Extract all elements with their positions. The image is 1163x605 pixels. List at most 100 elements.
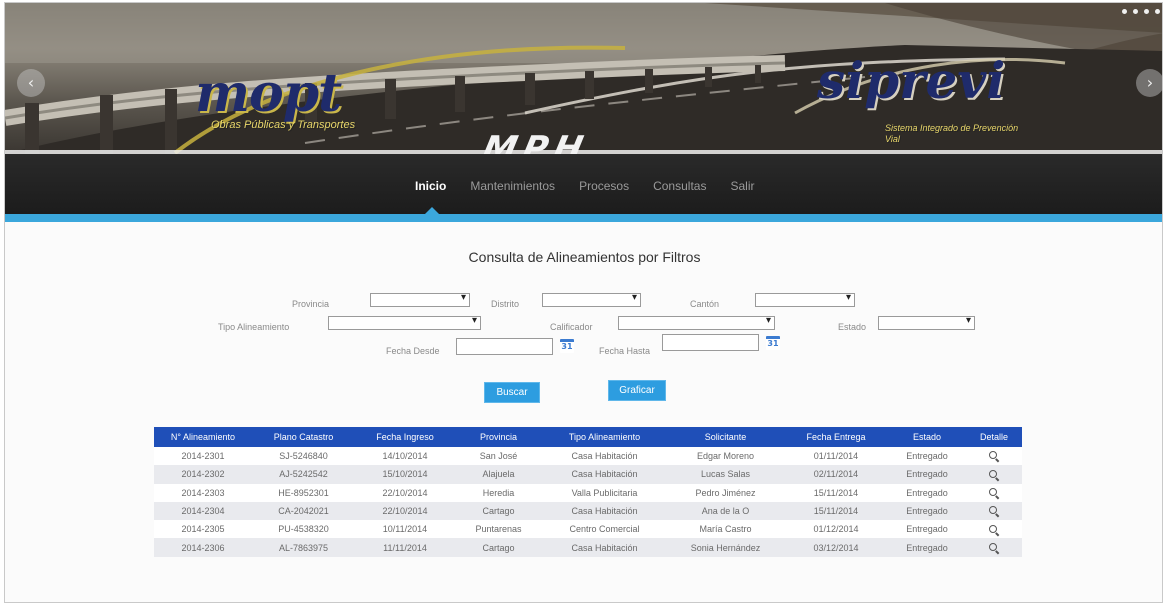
- detail-cell: [966, 538, 1022, 557]
- col-header: Solicitante: [667, 427, 784, 447]
- table-cell: Pedro Jiménez: [667, 483, 784, 502]
- table-cell: 2014-2301: [154, 447, 252, 466]
- table-cell: Casa Habitación: [542, 465, 667, 484]
- provincia-select[interactable]: [370, 292, 470, 307]
- canton-label: Cantón: [690, 299, 720, 309]
- tipo-alineamiento-label: Tipo Alineamiento: [218, 322, 290, 332]
- table-row: 2014-2305 PU-4538320 10/11/2014 Puntaren…: [154, 520, 1022, 539]
- col-header: Detalle: [966, 427, 1022, 447]
- carousel-next-icon[interactable]: ›: [1136, 69, 1162, 97]
- nav-item-inicio[interactable]: Inicio: [415, 179, 446, 193]
- table-row: 2014-2302 AJ-5242542 15/10/2014 Alajuela…: [154, 465, 1022, 484]
- carousel-dot[interactable]: [1122, 9, 1127, 14]
- table-cell: 03/12/2014: [784, 538, 888, 557]
- fecha-hasta-calendar-icon[interactable]: 31: [766, 336, 780, 350]
- nav-item-procesos[interactable]: Procesos: [579, 179, 629, 193]
- table-cell: Cartago: [455, 538, 542, 557]
- magnifier-icon[interactable]: [989, 524, 999, 535]
- col-header: Tipo Alineamiento: [542, 427, 667, 447]
- col-header: Provincia: [455, 427, 542, 447]
- table-cell: 10/11/2014: [355, 520, 455, 539]
- table-cell: HE-8952301: [252, 483, 355, 502]
- app-frame: mopt Obras Públicas y Transportes MPH si…: [4, 2, 1163, 603]
- table-row: 2014-2303 HE-8952301 22/10/2014 Heredia …: [154, 483, 1022, 502]
- buscar-button[interactable]: Buscar: [484, 382, 540, 403]
- active-nav-indicator: [425, 207, 439, 214]
- table-cell: 01/11/2014: [784, 447, 888, 466]
- carousel-dot[interactable]: [1133, 9, 1138, 14]
- table-cell: 22/10/2014: [355, 501, 455, 521]
- calificador-label: Calificador: [550, 322, 593, 332]
- table-cell: María Castro: [667, 520, 784, 539]
- table-cell: Puntarenas: [455, 520, 542, 539]
- detail-cell: [966, 501, 1022, 521]
- table-cell: Sonia Hernández: [667, 538, 784, 557]
- fecha-desde-input[interactable]: [456, 338, 553, 355]
- graficar-button[interactable]: Graficar: [608, 380, 666, 401]
- fecha-hasta-input[interactable]: [662, 334, 759, 351]
- table-cell: 15/11/2014: [784, 501, 888, 521]
- siprevi-logo-subtitle: Sistema Integrado de Prevención Vial: [885, 123, 1019, 144]
- carousel-dots: [1122, 9, 1160, 14]
- table-cell: Entregado: [888, 538, 966, 557]
- table-cell: Edgar Moreno: [667, 447, 784, 466]
- table-cell: Casa Habitación: [542, 447, 667, 466]
- mopt-logo-subtitle: Obras Públicas y Transportes: [211, 119, 356, 131]
- magnifier-icon[interactable]: [989, 542, 999, 553]
- table-cell: 2014-2302: [154, 465, 252, 484]
- col-header: Estado: [888, 427, 966, 447]
- table-cell: 15/10/2014: [355, 465, 455, 484]
- table-cell: SJ-5246840: [252, 447, 355, 466]
- magnifier-icon[interactable]: [989, 488, 999, 498]
- table-cell: Cartago: [455, 501, 542, 521]
- table-cell: 22/10/2014: [355, 483, 455, 502]
- table-cell: 01/12/2014: [784, 520, 888, 539]
- carousel-dot[interactable]: [1155, 9, 1160, 14]
- col-header: Fecha Ingreso: [355, 427, 455, 447]
- distrito-label: Distrito: [491, 299, 520, 309]
- table-cell: Entregado: [888, 501, 966, 521]
- mph-logo: MPH: [478, 129, 593, 154]
- estado-label: Estado: [838, 322, 867, 332]
- header-banner: mopt Obras Públicas y Transportes MPH si…: [5, 3, 1162, 154]
- table-cell: PU-4538320: [252, 520, 355, 539]
- fecha-desde-calendar-icon[interactable]: 31: [560, 339, 574, 353]
- table-cell: 02/11/2014: [784, 465, 888, 484]
- table-cell: Centro Comercial: [542, 520, 667, 539]
- col-header: Fecha Entrega: [784, 427, 888, 447]
- table-cell: 2014-2303: [154, 483, 252, 502]
- table-cell: Alajuela: [455, 465, 542, 484]
- provincia-label: Provincia: [292, 299, 330, 309]
- magnifier-icon[interactable]: [989, 506, 999, 516]
- fecha-hasta-label: Fecha Hasta: [599, 346, 651, 356]
- table-cell: Casa Habitación: [542, 501, 667, 521]
- magnifier-icon[interactable]: [989, 469, 999, 480]
- table-cell: Entregado: [888, 483, 966, 502]
- table-cell: CA-2042021: [252, 501, 355, 521]
- tipo-alineamiento-select[interactable]: [328, 315, 481, 330]
- main-nav: Inicio Mantenimientos Procesos Consultas…: [5, 154, 1162, 214]
- carousel-prev-icon[interactable]: ‹: [17, 69, 45, 97]
- page-title: Consulta de Alineamientos por Filtros: [468, 249, 701, 265]
- nav-accent-bar: [5, 214, 1162, 222]
- canton-select[interactable]: [755, 292, 855, 307]
- table-cell: AJ-5242542: [252, 465, 355, 484]
- table-cell: 15/11/2014: [784, 483, 888, 502]
- col-header: Plano Catastro: [252, 427, 355, 447]
- table-cell: 11/11/2014: [355, 538, 455, 557]
- table-cell: San José: [455, 447, 542, 466]
- nav-item-consultas[interactable]: Consultas: [653, 179, 706, 193]
- carousel-dot[interactable]: [1144, 9, 1149, 14]
- calificador-select[interactable]: [618, 315, 775, 330]
- estado-select[interactable]: [878, 315, 975, 330]
- nav-item-mantenimientos[interactable]: Mantenimientos: [470, 179, 555, 193]
- table-cell: 14/10/2014: [355, 447, 455, 466]
- mopt-logo: mopt: [195, 63, 342, 124]
- results-table: N° Alineamiento Plano Catastro Fecha Ing…: [154, 427, 1022, 557]
- nav-item-salir[interactable]: Salir: [730, 179, 754, 193]
- distrito-select[interactable]: [542, 292, 641, 307]
- table-cell: Entregado: [888, 465, 966, 484]
- siprevi-logo: siprevi: [817, 51, 1006, 110]
- magnifier-icon[interactable]: [989, 451, 999, 461]
- table-cell: Entregado: [888, 447, 966, 466]
